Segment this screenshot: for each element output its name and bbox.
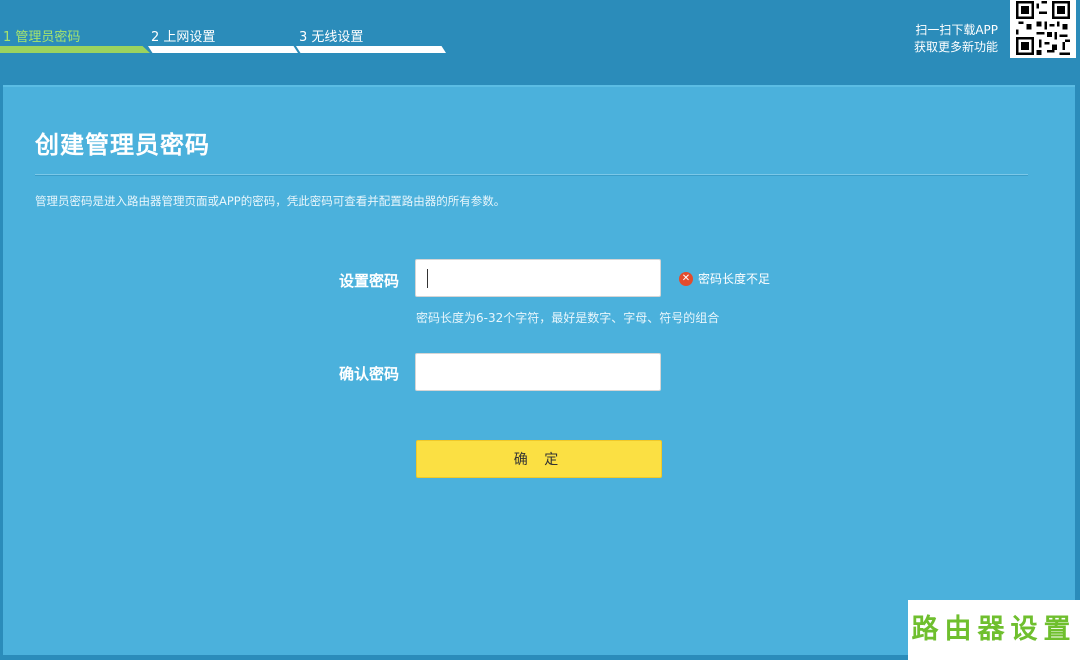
step-label: 1 管理员密码 bbox=[3, 30, 81, 45]
step-admin-password[interactable]: 1 管理员密码 bbox=[0, 0, 150, 60]
password-error: ✕ 密码长度不足 bbox=[679, 270, 770, 287]
qr-code-icon bbox=[1010, 0, 1076, 58]
setup-panel: 创建管理员密码 管理员密码是进入路由器管理页面或APP的密码，凭此密码可查看并配… bbox=[3, 85, 1075, 655]
confirm-password-label: 确认密码 bbox=[338, 365, 399, 383]
step-label: 3 无线设置 bbox=[299, 30, 364, 45]
password-hint: 密码长度为6-32个字符，最好是数字、字母、符号的组合 bbox=[416, 311, 720, 325]
step-wireless-settings[interactable]: 3 无线设置 bbox=[296, 0, 446, 60]
confirm-button[interactable]: 确 定 bbox=[416, 440, 662, 478]
password-field-wrapper bbox=[415, 259, 661, 297]
step-internet-settings[interactable]: 2 上网设置 bbox=[148, 0, 298, 60]
password-input[interactable] bbox=[416, 260, 660, 296]
page-description: 管理员密码是进入路由器管理页面或APP的密码，凭此密码可查看并配置路由器的所有参… bbox=[35, 194, 506, 208]
confirm-field-wrapper bbox=[415, 353, 661, 391]
app-promo-line2: 获取更多新功能 bbox=[913, 40, 998, 54]
page-title: 创建管理员密码 bbox=[35, 131, 210, 159]
watermark-logo: 路由器设置 bbox=[908, 600, 1080, 660]
title-divider bbox=[35, 174, 1028, 176]
step-progress-bar bbox=[296, 46, 446, 53]
error-message: 密码长度不足 bbox=[698, 272, 771, 286]
step-label: 2 上网设置 bbox=[151, 30, 216, 45]
app-download-promo: 扫一扫下载APP 获取更多新功能 bbox=[914, 22, 998, 56]
confirm-password-input[interactable] bbox=[416, 354, 660, 390]
password-label: 设置密码 bbox=[338, 272, 399, 290]
setup-steps: 1 管理员密码 2 上网设置 3 无线设置 bbox=[0, 0, 880, 70]
app-promo-line1: 扫一扫下载APP bbox=[915, 23, 998, 37]
error-icon: ✕ bbox=[679, 271, 693, 286]
text-cursor bbox=[427, 269, 428, 288]
step-progress-bar bbox=[0, 46, 150, 53]
step-progress-bar bbox=[148, 46, 298, 53]
